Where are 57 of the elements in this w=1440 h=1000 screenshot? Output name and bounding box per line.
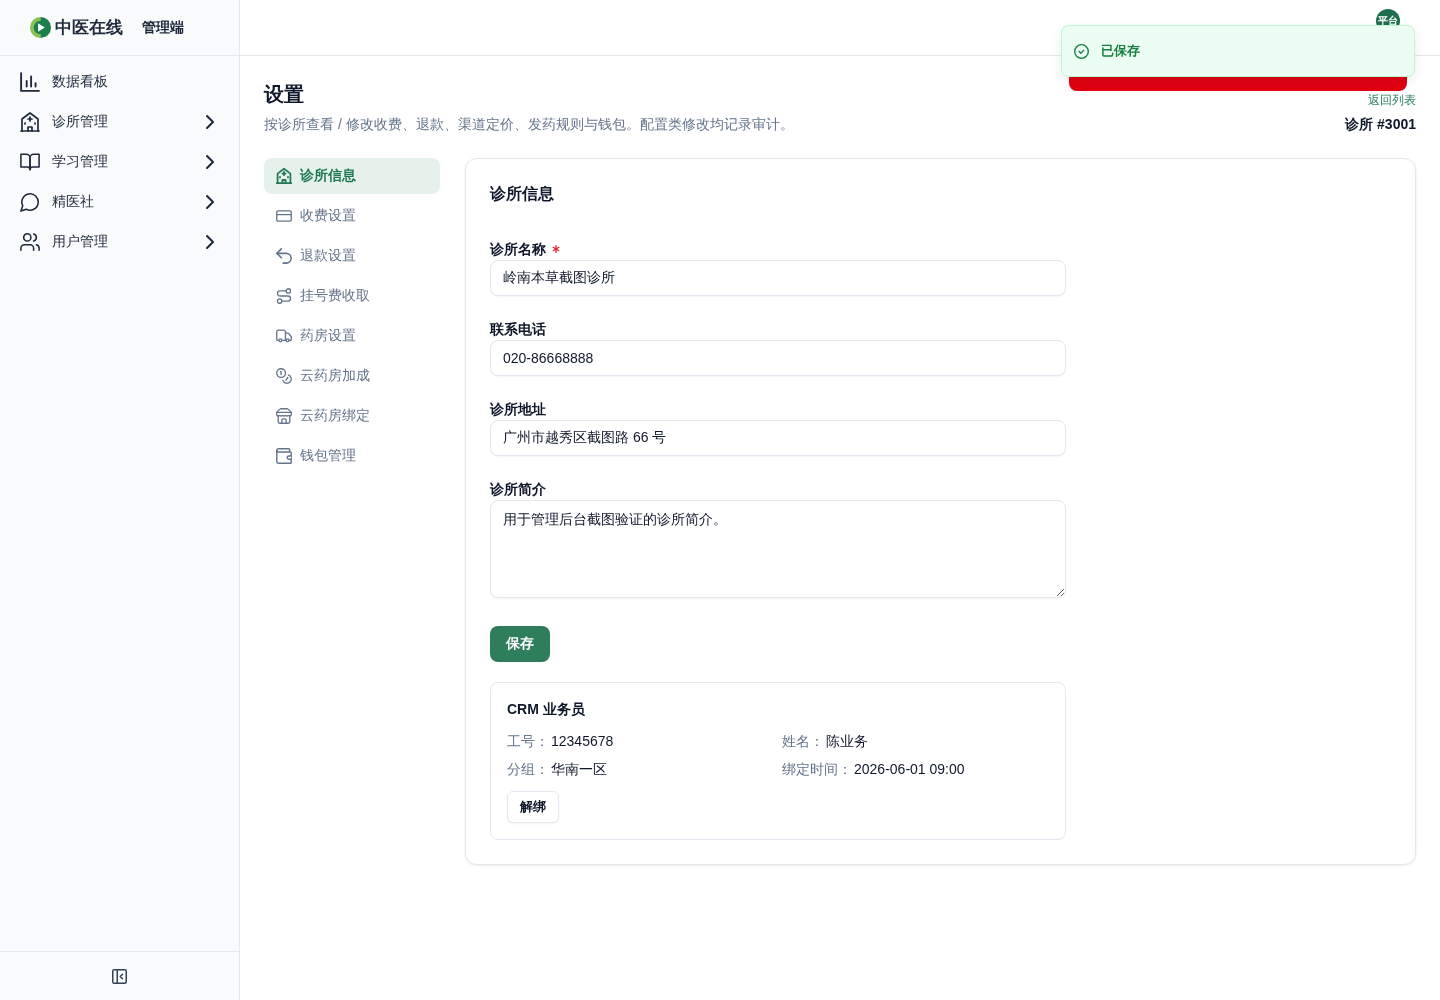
section-title: 诊所信息 xyxy=(490,184,555,204)
settings-nav-item[interactable]: 云药房绑定 xyxy=(264,398,440,434)
book-icon xyxy=(20,152,40,172)
info-label: 分组： xyxy=(507,760,549,779)
coins-icon xyxy=(276,368,292,384)
building-icon xyxy=(20,112,40,132)
text-input[interactable]: 岭南本草截图诊所 xyxy=(490,260,1066,296)
info-label: 姓名： xyxy=(782,732,824,751)
info-value: 华南一区 xyxy=(551,760,607,779)
info-value: 12345678 xyxy=(551,732,614,751)
credit-card-icon xyxy=(276,208,292,224)
save-button[interactable]: 保存 xyxy=(490,626,550,662)
brand-subtitle: 管理端 xyxy=(142,18,184,37)
info-value: 陈业务 xyxy=(826,732,868,751)
settings-nav-item[interactable]: 诊所信息 xyxy=(264,158,440,194)
chat-bubble-icon xyxy=(20,192,40,212)
info-label: 绑定时间： xyxy=(782,760,852,779)
toast-message: 已保存 xyxy=(1101,42,1140,60)
nav-item[interactable]: 精医社 xyxy=(12,182,227,222)
nav-item[interactable]: 用户管理 xyxy=(12,222,227,262)
brand-name: 中医在线 xyxy=(55,17,123,39)
nav-item[interactable]: 数据看板 xyxy=(12,62,227,102)
nav-item[interactable]: 学习管理 xyxy=(12,142,227,182)
settings-nav-item[interactable]: 钱包管理 xyxy=(264,438,440,474)
store-icon xyxy=(276,408,292,424)
building-icon xyxy=(276,168,292,184)
settings-nav-item[interactable]: 云药房加成 xyxy=(264,358,440,394)
check-circle-icon xyxy=(1074,43,1089,59)
text-input[interactable]: 广州市越秀区截图路 66 号 xyxy=(490,420,1066,456)
field-label: 诊所简介 xyxy=(490,480,546,499)
field-label: 诊所地址 xyxy=(490,400,546,419)
info-value: 2026-06-01 09:00 xyxy=(854,760,965,779)
panel-title: CRM 业务员 xyxy=(507,700,586,719)
clinic-id: 诊所 #3001 xyxy=(1345,115,1416,134)
logo-icon xyxy=(29,16,52,39)
settings-nav-item[interactable]: 挂号费收取 xyxy=(264,278,440,314)
truck-icon xyxy=(276,328,292,344)
route-icon xyxy=(276,288,292,304)
bar-chart-icon xyxy=(20,72,40,92)
text-input[interactable]: 020-86668888 xyxy=(490,340,1066,376)
field-label: 诊所名称 xyxy=(490,240,546,259)
field-label: 联系电话 xyxy=(490,320,546,339)
wallet-icon xyxy=(276,448,292,464)
page-description: 按诊所查看 / 修改收费、退款、渠道定价、发药规则与钱包。配置类修改均记录审计。 xyxy=(264,115,794,134)
settings-nav-item[interactable]: 药房设置 xyxy=(264,318,440,354)
undo-arrow-icon xyxy=(276,248,292,264)
collapse-sidebar-button[interactable] xyxy=(110,966,129,986)
info-label: 工号： xyxy=(507,732,549,751)
unbind-button[interactable]: 解绑 xyxy=(507,791,559,823)
settings-nav-item[interactable]: 收费设置 xyxy=(264,198,440,234)
users-icon xyxy=(20,232,40,252)
sidebar-collapse-icon xyxy=(112,968,127,984)
settings-nav-item[interactable]: 退款设置 xyxy=(264,238,440,274)
nav-item[interactable]: 诊所管理 xyxy=(12,102,227,142)
textarea-field[interactable]: 用于管理后台截图验证的诊所简介。 xyxy=(490,500,1066,598)
back-link[interactable]: 返回列表 xyxy=(1368,92,1416,108)
page-title: 设置 xyxy=(264,82,305,107)
